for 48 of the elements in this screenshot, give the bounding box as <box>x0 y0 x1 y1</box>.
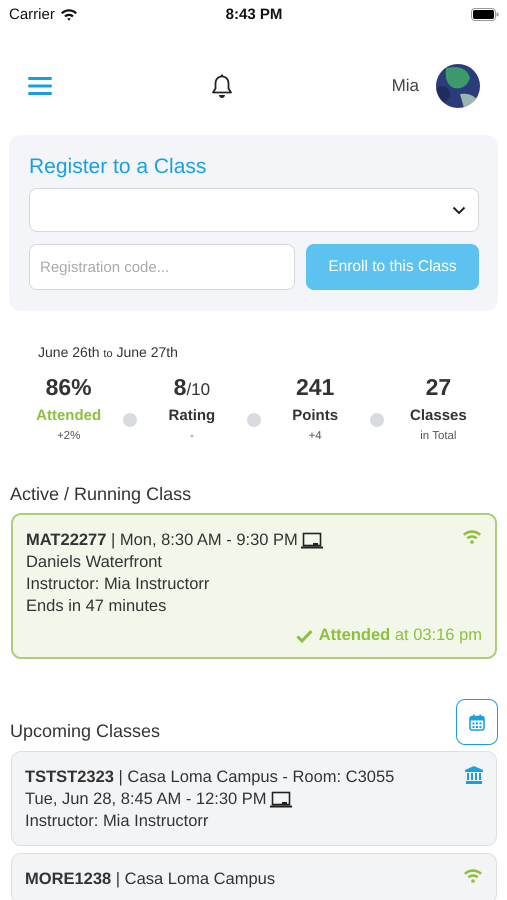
calendar-button[interactable] <box>456 699 498 745</box>
stat-note: +4 <box>308 430 323 442</box>
stat-label: Classes <box>409 407 468 424</box>
class-card[interactable]: MAT22277 | Mon, 8:30 AM - 9:30 PM Daniels Waterfront Instructor: Mia Instructorr Ends in 47 minutes Attended at 03:16 pm <box>11 513 497 659</box>
class-card[interactable]: MORE1238 | Casa Loma Campus <box>11 853 497 900</box>
stat-note: +2% <box>56 430 82 442</box>
calendar-icon <box>469 714 485 730</box>
notification-bell-icon[interactable] <box>210 74 233 98</box>
section-title: Active / Running Class <box>9 483 192 505</box>
class-info: TSTST2323 | Casa Loma Campus - Room: C3055 <box>25 767 394 788</box>
stat-note: in Total <box>419 430 458 442</box>
class-info: Instructor: Mia Instructorr <box>25 811 208 832</box>
section-title: Upcoming Classes <box>10 721 160 743</box>
attended-text: Attended at 03:16 pm <box>318 626 482 645</box>
separator-dot <box>246 413 260 427</box>
register-title: Register to a Class <box>29 155 208 179</box>
stat-value: 8/10 <box>172 374 212 401</box>
stat-value: 241 <box>294 374 336 401</box>
battery-icon <box>470 8 499 20</box>
class-info: Daniels Waterfront <box>26 552 162 573</box>
date-range: June 26th to June 27th <box>37 343 179 360</box>
clock-time: 8:43 PM <box>226 6 282 22</box>
user-name: Mia <box>392 76 419 96</box>
class-info: Tue, Jun 28, 8:45 AM - 12:30 PM <box>25 789 267 810</box>
user-avatar[interactable] <box>436 64 480 108</box>
chevron-down-icon <box>452 206 466 214</box>
registration-code-field[interactable]: Registration code... <box>29 244 295 290</box>
class-info: Ends in 47 minutes <box>26 596 166 617</box>
wifi-icon <box>463 868 483 883</box>
separator-dot <box>123 413 138 427</box>
menu-icon[interactable] <box>28 76 52 96</box>
stat-note: - <box>188 430 195 442</box>
stat-label: Points <box>291 407 340 424</box>
class-info: Instructor: Mia Instructorr <box>26 574 210 595</box>
laptop-icon <box>270 790 292 808</box>
wifi-icon <box>462 529 482 544</box>
class-info: MAT22277 | Mon, 8:30 AM - 9:30 PM <box>26 530 298 551</box>
stat-value: 86% <box>44 374 93 401</box>
carrier-name: Carrier <box>9 6 55 22</box>
building-icon <box>465 766 483 784</box>
class-card[interactable]: TSTST2323 | Casa Loma Campus - Room: C3055 Tue, Jun 28, 8:45 AM - 12:30 PM Instructor: Mia Instructorr <box>11 751 497 846</box>
stat-label: Rating <box>168 407 216 424</box>
separator-dot <box>370 413 384 427</box>
class-info: MORE1238 | Casa Loma Campus <box>25 869 276 890</box>
wifi-icon <box>60 8 78 20</box>
stat-value: 27 <box>424 374 452 401</box>
stat-label: Attended <box>35 407 102 424</box>
laptop-icon <box>300 532 323 548</box>
